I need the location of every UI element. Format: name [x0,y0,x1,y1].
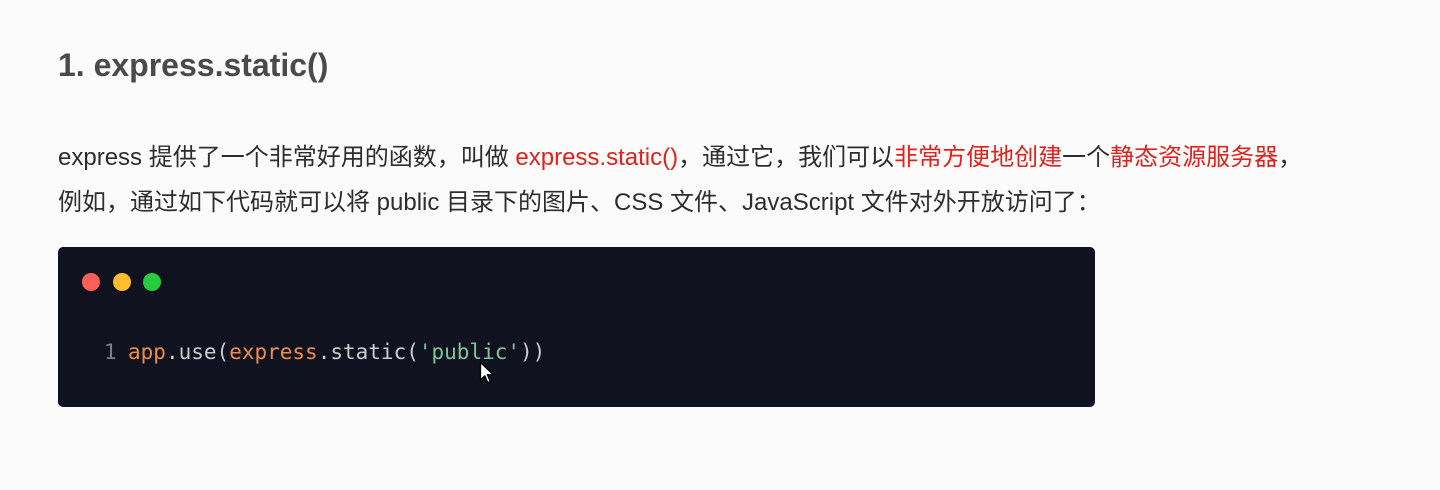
code-token: static [330,340,407,364]
intro-paragraph: express 提供了一个非常好用的函数，叫做 express.static()… [58,135,1302,225]
code-block: 1 app.use(express.static('public')) [58,247,1095,407]
intro-text: express 提供了一个非常好用的函数，叫做 [58,144,516,171]
window-red-dot-icon [82,273,100,291]
intro-text: ，通过它，我们可以 [678,144,895,171]
code-token: express [229,340,318,364]
highlighted-term: 非常方便地创建 [894,144,1063,171]
code-token: app [128,340,166,364]
code-token: )) [520,340,546,364]
code-token: . [165,340,179,364]
line-number: 1 [104,340,117,364]
highlighted-term: express.static() [515,144,679,171]
intro-text: ， [1278,144,1303,171]
window-yellow-dot-icon [113,273,131,291]
code-token: . [317,340,331,364]
code-token: use [178,340,217,364]
document-page: 1. express.static() express 提供了一个非常好用的函数… [0,0,1440,490]
code-token: ( [406,340,419,364]
code-token: ( [216,340,230,364]
highlighted-term: 静态资源服务器 [1110,144,1279,171]
intro-line-2: 例如，通过如下代码就可以将 public 目录下的图片、CSS 文件、JavaS… [58,189,1101,216]
window-green-dot-icon [143,273,161,291]
intro-text: 一个 [1062,144,1111,171]
code-line: 1 app.use(express.static('public')) [58,338,1095,366]
code-token: 'public' [418,340,521,364]
mouse-pointer-icon [479,361,494,384]
section-heading: 1. express.static() [58,47,329,83]
intro-line-1: express 提供了一个非常好用的函数，叫做 express.static()… [58,135,1302,180]
